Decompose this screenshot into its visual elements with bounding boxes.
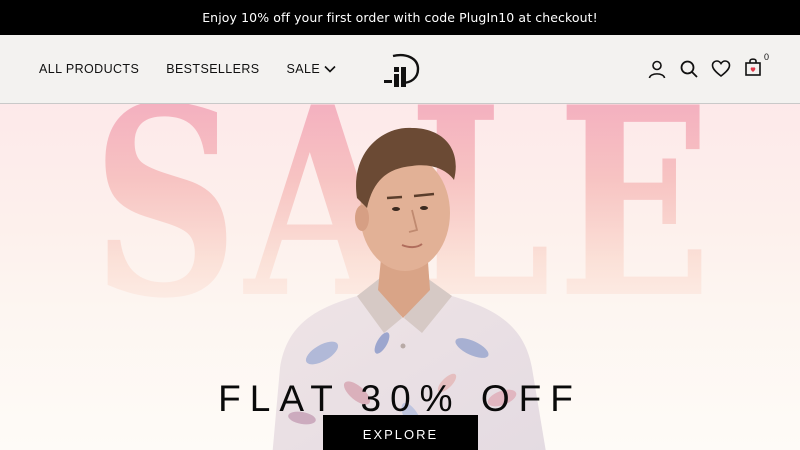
brand-logo[interactable] <box>380 50 424 90</box>
nav-bestsellers-label: BESTSELLERS <box>166 62 260 76</box>
hero-banner: SALE <box>0 104 800 450</box>
announcement-bar: Enjoy 10% off your first order with code… <box>0 0 800 35</box>
site-header: ALL PRODUCTS BESTSELLERS SALE 0 <box>0 35 800 104</box>
heart-icon[interactable] <box>710 58 732 80</box>
announcement-text: Enjoy 10% off your first order with code… <box>202 10 598 25</box>
search-icon[interactable] <box>678 58 700 80</box>
user-icon[interactable] <box>646 58 668 80</box>
shopping-bag-icon <box>744 57 762 81</box>
main-nav: ALL PRODUCTS BESTSELLERS SALE <box>39 35 363 103</box>
nav-bestsellers[interactable]: BESTSELLERS <box>166 62 259 76</box>
header-actions: 0 <box>636 35 769 103</box>
explore-button[interactable]: EXPLORE <box>323 415 478 450</box>
hero-headline: FLAT 30% OFF <box>218 378 582 419</box>
nav-sale-label: SALE <box>286 62 321 76</box>
chevron-down-icon <box>324 65 336 73</box>
cart-count-badge: 0 <box>763 52 769 62</box>
nav-sale[interactable]: SALE <box>287 62 337 76</box>
cart-button[interactable]: 0 <box>742 52 769 81</box>
nav-all-products[interactable]: ALL PRODUCTS <box>39 62 139 76</box>
nav-all-products-label: ALL PRODUCTS <box>39 62 140 76</box>
